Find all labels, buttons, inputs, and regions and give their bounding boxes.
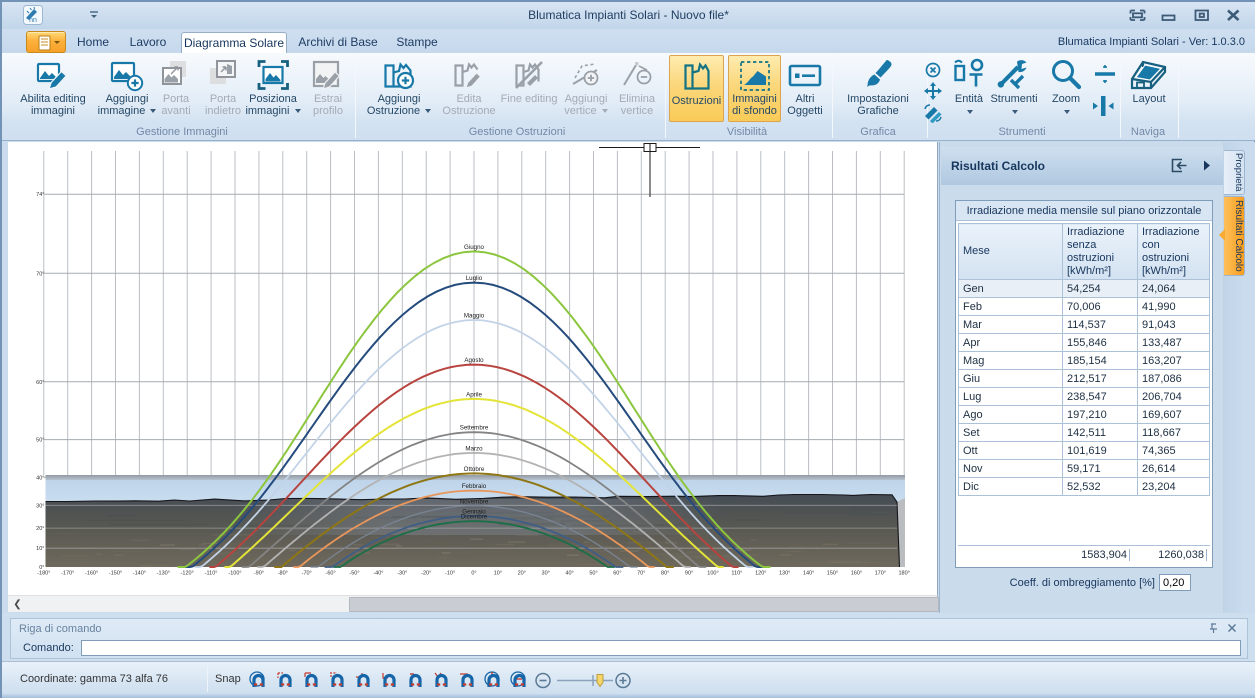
svg-text:80°: 80° (661, 571, 669, 577)
svg-text:-30°: -30° (397, 571, 407, 577)
svg-text:10°: 10° (494, 571, 502, 577)
svg-text:Gennaio: Gennaio (462, 509, 486, 516)
svg-text:40°: 40° (565, 571, 573, 577)
svg-text:90°: 90° (685, 571, 693, 577)
svg-text:0°: 0° (471, 571, 476, 577)
svg-text:160°: 160° (851, 571, 862, 577)
svg-text:120°: 120° (755, 571, 766, 577)
svg-text:-70°: -70° (302, 571, 312, 577)
svg-text:70°: 70° (36, 271, 44, 277)
svg-text:30°: 30° (36, 503, 44, 509)
svg-text:150°: 150° (827, 571, 838, 577)
svg-text:-140°: -140° (133, 571, 146, 577)
svg-text:Settembre: Settembre (460, 425, 489, 432)
svg-text:20°: 20° (518, 571, 526, 577)
svg-text:-50°: -50° (349, 571, 359, 577)
svg-text:74°: 74° (36, 192, 44, 198)
svg-text:100°: 100° (707, 571, 718, 577)
svg-text:70°: 70° (637, 571, 645, 577)
svg-text:180°: 180° (899, 571, 910, 577)
svg-text:-180°: -180° (37, 571, 50, 577)
svg-text:-20°: -20° (421, 571, 431, 577)
svg-text:-170°: -170° (61, 571, 74, 577)
svg-text:Maggio: Maggio (464, 313, 485, 320)
svg-text:Febbraio: Febbraio (462, 483, 487, 490)
svg-text:Aprile: Aprile (466, 391, 482, 398)
svg-text:170°: 170° (875, 571, 886, 577)
svg-text:Novembre: Novembre (460, 498, 489, 505)
svg-text:60°: 60° (613, 571, 621, 577)
svg-text:Giugno: Giugno (464, 244, 485, 251)
svg-text:-100°: -100° (228, 571, 241, 577)
svg-text:-80°: -80° (278, 571, 288, 577)
svg-text:130°: 130° (779, 571, 790, 577)
svg-text:10°: 10° (36, 546, 44, 552)
svg-text:-130°: -130° (157, 571, 170, 577)
svg-text:-160°: -160° (85, 571, 98, 577)
svg-text:50°: 50° (589, 571, 597, 577)
svg-text:20°: 20° (36, 526, 44, 532)
svg-text:-90°: -90° (254, 571, 264, 577)
svg-text:Agosto: Agosto (464, 357, 484, 364)
svg-text:-10°: -10° (445, 571, 455, 577)
svg-text:Ottobre: Ottobre (464, 466, 485, 473)
svg-text:50°: 50° (36, 438, 44, 444)
svg-text:Marzo: Marzo (465, 445, 483, 452)
svg-text:60°: 60° (36, 380, 44, 386)
svg-text:140°: 140° (803, 571, 814, 577)
svg-text:-40°: -40° (373, 571, 383, 577)
svg-text:-60°: -60° (326, 571, 336, 577)
svg-text:40°: 40° (36, 475, 44, 481)
svg-text:-120°: -120° (181, 571, 194, 577)
svg-text:Luglio: Luglio (466, 275, 483, 282)
svg-text:-150°: -150° (109, 571, 122, 577)
svg-text:110°: 110° (731, 571, 742, 577)
svg-text:30°: 30° (542, 571, 550, 577)
svg-text:-110°: -110° (205, 571, 218, 577)
